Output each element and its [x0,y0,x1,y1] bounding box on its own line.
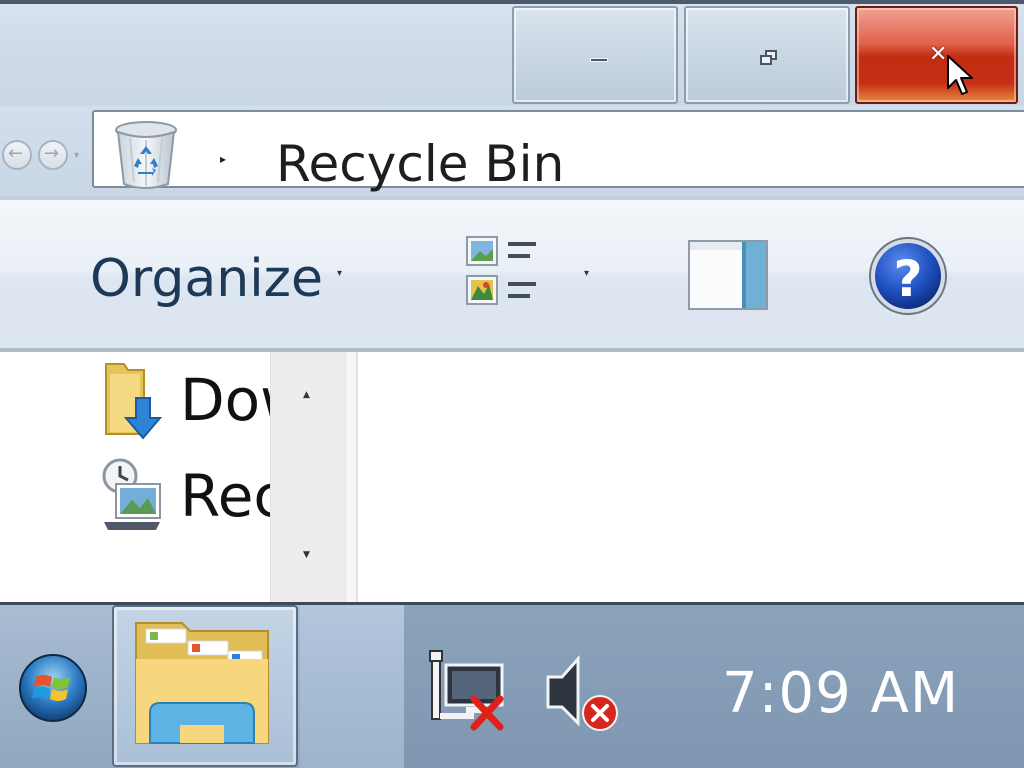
downloads-folder-icon [105,363,163,440]
minimize-icon [590,58,608,62]
forward-arrow-icon: → [44,143,60,164]
file-list-area[interactable] [358,352,1024,602]
navigation-buttons: ← → ▾ [2,136,90,176]
scroll-up-arrow-icon[interactable]: ▲ [303,390,310,400]
forward-button[interactable]: → [38,140,68,170]
chevron-down-icon: ▾ [584,268,589,279]
minimize-button[interactable] [512,6,678,104]
nav-item-recent-places[interactable]: Recent Places [100,456,270,536]
taskbar-clock[interactable]: 7:09 AM [722,661,959,726]
back-button[interactable]: ← [2,140,32,170]
recent-places-icon [102,458,161,530]
nav-item-downloads[interactable]: Downloads [100,360,270,440]
taskbar: 7:09 AM [0,602,1024,768]
title-bar[interactable]: ✕ [0,0,1024,112]
nav-item-label: Downloads [180,366,270,434]
recent-pages-dropdown[interactable]: ▾ [74,150,79,161]
start-button[interactable] [18,653,88,723]
restore-button[interactable] [684,6,850,104]
back-arrow-icon: ← [8,143,24,164]
restore-icon [758,48,780,68]
nav-pane-scrollbar[interactable]: ▲ ▼ [270,352,346,602]
nav-item-label: Recent Places [180,462,270,530]
scroll-down-arrow-icon[interactable]: ▼ [303,550,310,560]
svg-text:?: ? [893,250,922,308]
organize-label: Organize [90,249,323,309]
breadcrumb-separator-icon[interactable]: ▸ [220,152,226,166]
close-icon: ✕ [929,42,948,67]
taskbar-explorer-button[interactable] [112,605,298,767]
preview-pane-button[interactable] [688,240,768,310]
preview-pane-icon [688,240,768,310]
mouse-cursor-icon [947,55,973,95]
change-view-icon [466,236,536,305]
recycle-bin-icon [115,121,177,189]
network-disconnected-icon[interactable] [426,649,508,731]
taskbar-empty-area[interactable] [300,605,404,768]
command-bar: Organize ▾ ▾ ? [0,196,1024,352]
address-bar[interactable]: ▸ Recycle Bin [92,110,1024,193]
navigation-pane: Downloads Recent Places [0,352,270,602]
volume-error-icon[interactable] [544,651,626,733]
close-button[interactable]: ✕ [855,6,1018,104]
windows-start-icon [19,654,87,722]
organize-button[interactable]: Organize ▾ [90,244,342,314]
pane-splitter[interactable] [346,352,358,602]
chevron-down-icon: ▾ [336,267,342,279]
notification-area: 7:09 AM [404,605,1024,768]
breadcrumb-recycle-bin[interactable]: Recycle Bin [276,134,564,194]
address-row: ← → ▾ ▸ Recycle Bin [0,106,1024,196]
change-view-button[interactable]: ▾ [466,236,602,312]
explorer-folder-icon [135,622,269,744]
help-icon: ? [869,237,947,315]
help-button[interactable]: ? [868,236,948,316]
